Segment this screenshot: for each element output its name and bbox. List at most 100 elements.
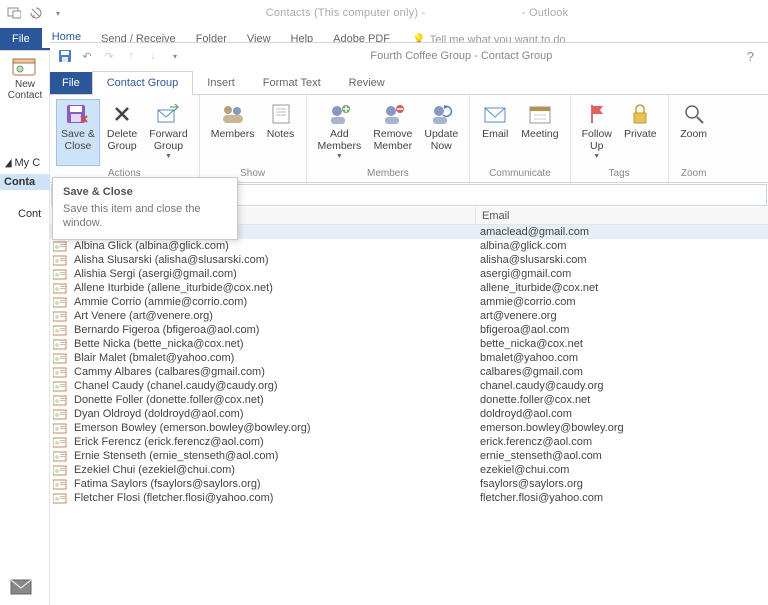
- cg-tab-insert[interactable]: Insert: [193, 72, 249, 94]
- lock-icon: [627, 102, 653, 126]
- contact-card-icon: [50, 367, 70, 378]
- group-communicate-label: Communicate: [476, 166, 563, 182]
- forward-group-button[interactable]: Forward Group ▼: [144, 99, 193, 166]
- contact-card-icon: [50, 409, 70, 420]
- table-row[interactable]: Donette Foller (donette.foller@cox.net)d…: [50, 393, 768, 407]
- members-label: Members: [211, 128, 255, 140]
- table-row[interactable]: Albina Glick (albina@glick.com)albina@gl…: [50, 239, 768, 253]
- zoom-label: Zoom: [680, 128, 707, 140]
- nav-contacts-sub[interactable]: Cont: [18, 208, 41, 220]
- save-icon[interactable]: [58, 49, 72, 63]
- new-contact-button[interactable]: New Contact: [2, 57, 48, 101]
- member-email: art@venere.org: [476, 310, 768, 322]
- member-name: Ezekiel Chui (ezekiel@chui.com): [70, 464, 476, 476]
- mail-nav-icon[interactable]: [10, 579, 32, 595]
- member-name: Donette Foller (donette.foller@cox.net): [70, 394, 476, 406]
- contact-card-icon: [50, 381, 70, 392]
- save-close-label: Save & Close: [61, 128, 95, 152]
- cg-file-tab[interactable]: File: [50, 72, 92, 94]
- chevron-down-icon: ▼: [165, 153, 172, 161]
- contact-card-icon: [50, 283, 70, 294]
- redo-icon[interactable]: ↷: [102, 49, 116, 63]
- col-email-header[interactable]: Email: [476, 207, 768, 224]
- table-row[interactable]: Erick Ferencz (erick.ferencz@aol.com)eri…: [50, 435, 768, 449]
- cg-tab-contactgroup[interactable]: Contact Group: [92, 71, 194, 95]
- table-row[interactable]: Fatima Saylors (fsaylors@saylors.org)fsa…: [50, 477, 768, 491]
- table-row[interactable]: Ernie Stenseth (ernie_stenseth@aol.com)e…: [50, 449, 768, 463]
- member-email: ernie_stenseth@aol.com: [476, 450, 768, 462]
- update-now-label: Update Now: [424, 128, 458, 152]
- table-row[interactable]: Bernardo Figeroa (bfigeroa@aol.com)bfige…: [50, 323, 768, 337]
- table-row[interactable]: Alisha Slusarski (alisha@slusarski.com)a…: [50, 253, 768, 267]
- group-show: Members Notes Show: [200, 95, 307, 182]
- cg-ribbon: Save & Close Delete Group Forward Group …: [50, 95, 768, 183]
- down-arrow-icon[interactable]: ↓: [146, 49, 160, 63]
- cg-tab-formattext[interactable]: Format Text: [249, 72, 335, 94]
- up-arrow-icon[interactable]: ↑: [124, 49, 138, 63]
- table-row[interactable]: Fletcher Flosi (fletcher.flosi@yahoo.com…: [50, 491, 768, 505]
- member-email: allene_iturbide@cox.net: [476, 282, 768, 294]
- cg-tab-review[interactable]: Review: [335, 72, 399, 94]
- nav-contacts-selected[interactable]: Conta: [0, 174, 50, 190]
- collapse-arrow-icon: ◢: [5, 156, 12, 169]
- table-row[interactable]: Dyan Oldroyd (doldroyd@aol.com)doldroyd@…: [50, 407, 768, 421]
- app-header: ▾ Contacts (This computer only) - - Outl…: [0, 0, 768, 26]
- member-name: Cammy Albares (calbares@gmail.com): [70, 366, 476, 378]
- main-file-tab[interactable]: File: [0, 28, 42, 50]
- delete-group-button[interactable]: Delete Group: [102, 99, 142, 166]
- member-email: emerson.bowley@bowley.org: [476, 422, 768, 434]
- email-button[interactable]: Email: [476, 99, 514, 166]
- qat-dropdown-icon[interactable]: ▾: [50, 5, 66, 21]
- table-row[interactable]: Chanel Caudy (chanel.caudy@caudy.org)cha…: [50, 379, 768, 393]
- table-row[interactable]: Art Venere (art@venere.org)art@venere.or…: [50, 309, 768, 323]
- group-tags: Follow Up ▼ Private Tags: [571, 95, 669, 182]
- member-email: bfigeroa@aol.com: [476, 324, 768, 336]
- qat-icon-1[interactable]: [6, 5, 22, 21]
- zoom-button[interactable]: Zoom: [675, 99, 713, 166]
- member-name: Fletcher Flosi (fletcher.flosi@yahoo.com…: [70, 492, 476, 504]
- table-row[interactable]: Emerson Bowley (emerson.bowley@bowley.or…: [50, 421, 768, 435]
- remove-member-button[interactable]: Remove Member: [368, 99, 417, 166]
- qat-dropdown-icon[interactable]: ▾: [168, 49, 182, 63]
- cg-window-title: Fourth Coffee Group - Contact Group: [182, 50, 741, 62]
- delete-icon: [109, 102, 135, 126]
- private-button[interactable]: Private: [619, 99, 662, 166]
- member-email: donette.foller@cox.net: [476, 394, 768, 406]
- member-email: amaclead@gmail.com: [476, 226, 768, 238]
- table-row[interactable]: Cammy Albares (calbares@gmail.com)calbar…: [50, 365, 768, 379]
- table-row[interactable]: Ezekiel Chui (ezekiel@chui.com)ezekiel@c…: [50, 463, 768, 477]
- notes-button[interactable]: Notes: [262, 99, 300, 166]
- member-name: Art Venere (art@venere.org): [70, 310, 476, 322]
- update-now-button[interactable]: Update Now: [419, 99, 463, 166]
- email-icon: [482, 102, 508, 126]
- table-row[interactable]: Blair Malet (bmalet@yahoo.com)bmalet@yah…: [50, 351, 768, 365]
- table-row[interactable]: Bette Nicka (bette_nicka@cox.net)bette_n…: [50, 337, 768, 351]
- cg-ribbon-tabs: File Contact Group Insert Format Text Re…: [50, 69, 768, 95]
- table-row[interactable]: Allene Iturbide (allene_iturbide@cox.net…: [50, 281, 768, 295]
- qat-icon-2[interactable]: [28, 5, 44, 21]
- my-contacts-heading[interactable]: ◢My C: [4, 156, 40, 169]
- member-name: Ernie Stenseth (ernie_stenseth@aol.com): [70, 450, 476, 462]
- meeting-button[interactable]: Meeting: [516, 99, 563, 166]
- tooltip-body: Save this item and close the window.: [63, 202, 227, 231]
- help-icon[interactable]: ?: [741, 49, 760, 64]
- contact-card-icon: [50, 353, 70, 364]
- followup-button[interactable]: Follow Up ▼: [577, 99, 617, 166]
- app-title: Contacts (This computer only) - - Outloo…: [72, 7, 762, 19]
- member-email: doldroyd@aol.com: [476, 408, 768, 420]
- member-name: Alisha Slusarski (alisha@slusarski.com): [70, 254, 476, 266]
- members-button[interactable]: Members: [206, 99, 260, 166]
- undo-icon[interactable]: ↶: [80, 49, 94, 63]
- forward-group-label: Forward Group: [149, 128, 188, 152]
- save-close-tooltip: Save & Close Save this item and close th…: [52, 177, 238, 240]
- add-members-button[interactable]: Add Members ▼: [313, 99, 367, 166]
- save-close-button[interactable]: Save & Close: [56, 99, 100, 166]
- group-members-label: Members: [313, 166, 464, 182]
- contact-card-icon: [50, 255, 70, 266]
- member-email: bmalet@yahoo.com: [476, 352, 768, 364]
- table-row[interactable]: Ammie Corrio (ammie@corrio.com)ammie@cor…: [50, 295, 768, 309]
- app-title-left: Contacts (This computer only) -: [266, 7, 426, 19]
- table-row[interactable]: Alishia Sergi (asergi@gmail.com)asergi@g…: [50, 267, 768, 281]
- chevron-down-icon: ▼: [336, 153, 343, 161]
- meeting-label: Meeting: [521, 128, 558, 140]
